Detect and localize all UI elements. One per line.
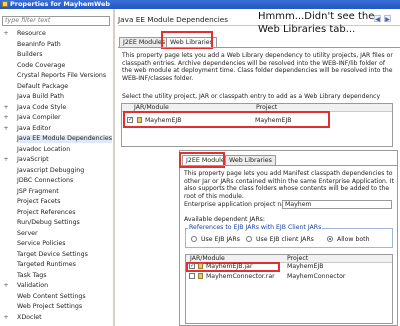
annotation-callout: Hmmm...Didn't see the Web Libraries tab.… xyxy=(258,11,375,35)
tree-item[interactable]: + Resource xyxy=(0,30,112,38)
ear-project-field[interactable]: Mayhem xyxy=(282,200,392,209)
row-checkbox[interactable] xyxy=(189,273,195,279)
tree-item[interactable]: Web Content Settings xyxy=(0,293,112,301)
expand-toggle-icon[interactable]: + xyxy=(3,104,9,112)
ejb-references-label: References to EJB JARs with EJB Client J… xyxy=(188,224,323,232)
tree-item-label: Javascript Debugging xyxy=(17,166,85,174)
tree-item-label: Code Coverage xyxy=(17,61,66,69)
tree-item-label: Java Build Path xyxy=(17,93,64,100)
tree-item[interactable]: Javascript Debugging xyxy=(0,167,112,175)
select-instruction: Select the utility project, JAR or class… xyxy=(122,93,381,100)
tree-item[interactable]: Service Policies xyxy=(0,240,112,248)
tree-item-label: JavaScript xyxy=(17,156,49,163)
expand-toggle-icon[interactable]: + xyxy=(3,282,9,290)
tree-item-label: Server xyxy=(17,229,38,237)
panel-divider[interactable] xyxy=(113,9,115,326)
row-checkbox[interactable] xyxy=(189,262,195,270)
tree-item[interactable]: Project Facets xyxy=(0,198,112,206)
tree-item[interactable]: Web Project Settings xyxy=(0,303,112,311)
tree-item-label: Run/Debug Settings xyxy=(17,219,80,226)
tree-item[interactable]: Run/Debug Settings xyxy=(0,219,112,227)
tree-item[interactable]: Target Device Settings xyxy=(0,251,112,259)
tree-item-label: Project References xyxy=(17,208,76,216)
tree-item-label: Target Device Settings xyxy=(17,250,88,258)
inset-table-row[interactable]: MayhemConnector.rar xyxy=(189,273,275,281)
tree-item-label: JSP Fragment xyxy=(17,187,59,195)
tree-item-label: Resource xyxy=(17,30,46,37)
window-titlebar: Properties for MayhemWeb xyxy=(0,0,400,9)
page-title: Java EE Module Dependencies xyxy=(118,15,229,24)
app-icon xyxy=(2,1,8,7)
tree-item-label: Project Facets xyxy=(17,198,61,205)
tree-item[interactable]: JSP Fragment xyxy=(0,188,112,196)
tree-item-label: Crystal Reports File Versions xyxy=(17,72,107,79)
tree-item[interactable]: Java EE Module Dependencies xyxy=(0,135,112,143)
expand-toggle-icon[interactable]: + xyxy=(3,156,9,164)
inset-tab-web-libraries[interactable]: Web Libraries xyxy=(225,155,276,165)
tree-item[interactable]: Task Tags xyxy=(0,272,112,280)
tree-item[interactable]: Default Package xyxy=(0,83,112,91)
tree-item[interactable]: Server xyxy=(0,230,112,238)
jar-icon xyxy=(197,273,203,279)
inset-table-row[interactable]: MayhemEJB.jar xyxy=(189,262,253,271)
tree-item[interactable]: Javadoc Location xyxy=(0,146,112,154)
tree-item[interactable]: Crystal Reports File Versions xyxy=(0,72,112,80)
inset-row-project: MayhemConnector xyxy=(287,273,346,280)
available-jars-label: Available dependent JARs: xyxy=(184,216,265,223)
page-description: This property page lets you add a Web Li… xyxy=(122,52,393,82)
tree-item[interactable]: Builders xyxy=(0,51,112,59)
filter-input[interactable]: type filter text xyxy=(2,16,110,26)
tree-item-label: Java Editor xyxy=(17,124,51,132)
expand-toggle-icon[interactable]: + xyxy=(3,30,9,38)
radio-button[interactable] xyxy=(191,236,197,242)
tree-item[interactable]: + Java Code Style xyxy=(0,104,112,112)
radio-button[interactable] xyxy=(246,236,252,242)
inset-col-project[interactable]: Project xyxy=(287,255,308,263)
tab-body-rule xyxy=(118,47,400,48)
tree-item-label: Java Code Style xyxy=(17,103,67,111)
tree-item[interactable]: Project References xyxy=(0,209,112,217)
tree-item[interactable]: + Java Compiler xyxy=(0,114,112,122)
tree-item-label: BeanInfo Path xyxy=(17,40,61,48)
tree-item-label: JDBC Connections xyxy=(17,177,74,184)
tree-item-label: Targeted Runtimes xyxy=(17,261,76,268)
tree-item-label: Web Content Settings xyxy=(17,292,86,300)
ear-label: Enterprise application project name: xyxy=(184,201,297,208)
tree-item[interactable]: BeanInfo Path xyxy=(0,41,112,49)
window-title: Properties for MayhemWeb xyxy=(10,0,111,8)
radio-button[interactable] xyxy=(327,236,333,242)
tree-item[interactable]: Java Build Path xyxy=(0,93,112,101)
tree-item-label: Default Package xyxy=(17,82,69,90)
tree-item-label: XDoclet xyxy=(17,313,42,321)
tree-item-label: Builders xyxy=(17,51,43,58)
tree-item[interactable]: + JavaScript xyxy=(0,156,112,164)
tree-item-label: Task Tags xyxy=(17,271,47,279)
tree-item-label: Javadoc Location xyxy=(17,145,71,153)
tree-item[interactable]: JDBC Connections xyxy=(0,177,112,185)
expand-toggle-icon[interactable]: + xyxy=(3,314,9,322)
inset-row-project: MayhemEJB xyxy=(287,263,324,270)
radio-allow-both[interactable]: Allow both xyxy=(327,236,370,244)
tree-item-label: Java EE Module Dependencies xyxy=(17,135,112,143)
tree-item[interactable]: + XDoclet xyxy=(0,314,112,322)
tree-item[interactable]: + Validation xyxy=(0,282,112,290)
tree-item-label: Java Compiler xyxy=(17,114,61,121)
jar-icon xyxy=(197,263,203,269)
tree-item[interactable]: Code Coverage xyxy=(0,62,112,70)
tree-item-label: Web Project Settings xyxy=(17,303,83,310)
property-tree: + Resource BeanInfo Path Builders Code Cover… xyxy=(0,30,112,326)
tree-item-label: Service Policies xyxy=(17,240,66,247)
radio-use-ejb-client-jars[interactable]: Use EJB client JARs xyxy=(246,236,314,244)
expand-toggle-icon[interactable]: + xyxy=(3,114,9,122)
tree-item[interactable]: Targeted Runtimes xyxy=(0,261,112,269)
radio-use-ejb-jars[interactable]: Use EJB JARs xyxy=(191,236,240,244)
row-highlight-box xyxy=(123,111,330,128)
tree-item[interactable]: + Java Editor xyxy=(0,125,112,133)
inset-description: This property page lets you add Manifest… xyxy=(184,170,394,200)
tree-item-label: Validation xyxy=(17,282,49,289)
expand-toggle-icon[interactable]: + xyxy=(3,125,9,133)
inset-tab-rule xyxy=(181,165,398,166)
